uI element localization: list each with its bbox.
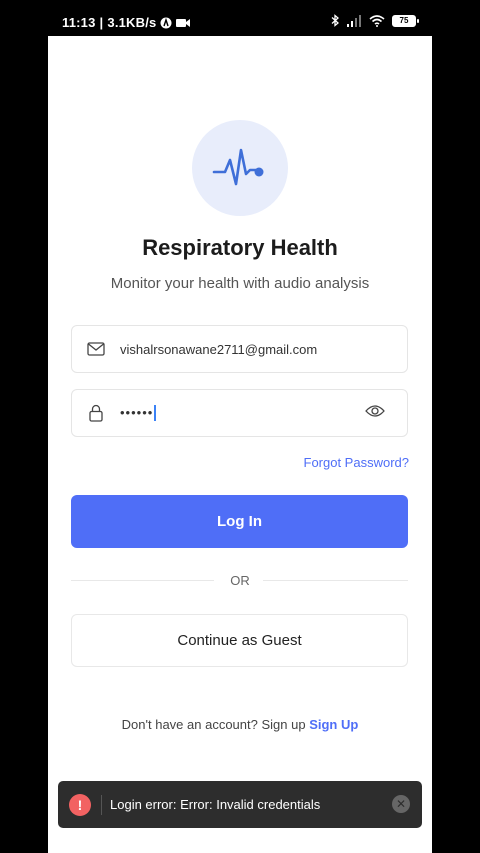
logo-badge bbox=[192, 120, 288, 216]
status-network-speed: 3.1KB/s bbox=[107, 15, 157, 30]
bluetooth-icon bbox=[331, 14, 340, 27]
lock-icon bbox=[72, 404, 120, 422]
email-field[interactable]: vishalrsonawane2711@gmail.com bbox=[71, 325, 408, 373]
close-icon[interactable]: ✕ bbox=[392, 795, 410, 813]
eye-icon[interactable] bbox=[365, 404, 385, 423]
signal-icon bbox=[347, 14, 362, 27]
login-screen: Respiratory Health Monitor your health w… bbox=[48, 36, 432, 853]
app-icon bbox=[160, 17, 172, 29]
wifi-icon bbox=[369, 14, 385, 27]
text-cursor bbox=[154, 405, 157, 422]
status-right: 75 bbox=[331, 14, 419, 27]
toast-separator bbox=[101, 794, 102, 815]
email-value: vishalrsonawane2711@gmail.com bbox=[120, 341, 318, 357]
toast-message: Login error: Error: Invalid credentials bbox=[110, 797, 321, 812]
error-icon: ! bbox=[69, 793, 91, 816]
mail-icon bbox=[72, 342, 120, 356]
app-subtitle: Monitor your health with audio analysis bbox=[110, 275, 370, 292]
continue-as-guest-button[interactable]: Continue as Guest bbox=[71, 614, 408, 667]
divider-right bbox=[263, 580, 408, 581]
signup-prompt: Don't have an account? Sign up bbox=[121, 717, 306, 732]
password-field[interactable]: •••••• bbox=[71, 389, 408, 437]
login-button[interactable]: Log In bbox=[71, 495, 408, 548]
video-icon bbox=[176, 18, 191, 28]
app-title: Respiratory Health bbox=[142, 235, 338, 260]
signup-row: Don't have an account? Sign up Sign Up bbox=[48, 717, 432, 732]
heartbeat-icon bbox=[212, 148, 264, 186]
status-time: 11:13 bbox=[62, 15, 96, 30]
signup-link[interactable]: Sign Up bbox=[309, 717, 358, 732]
status-bar: 11:13 | 3.1KB/s 75 bbox=[0, 0, 480, 36]
password-value: •••••• bbox=[120, 404, 157, 422]
forgot-password-link[interactable]: Forgot Password? bbox=[304, 455, 410, 470]
error-toast: ! Login error: Error: Invalid credential… bbox=[58, 781, 422, 828]
password-mask: •••••• bbox=[120, 404, 154, 420]
status-left: 11:13 | 3.1KB/s bbox=[62, 15, 191, 30]
status-separator: | bbox=[99, 15, 104, 30]
battery-icon: 75 bbox=[392, 14, 419, 27]
